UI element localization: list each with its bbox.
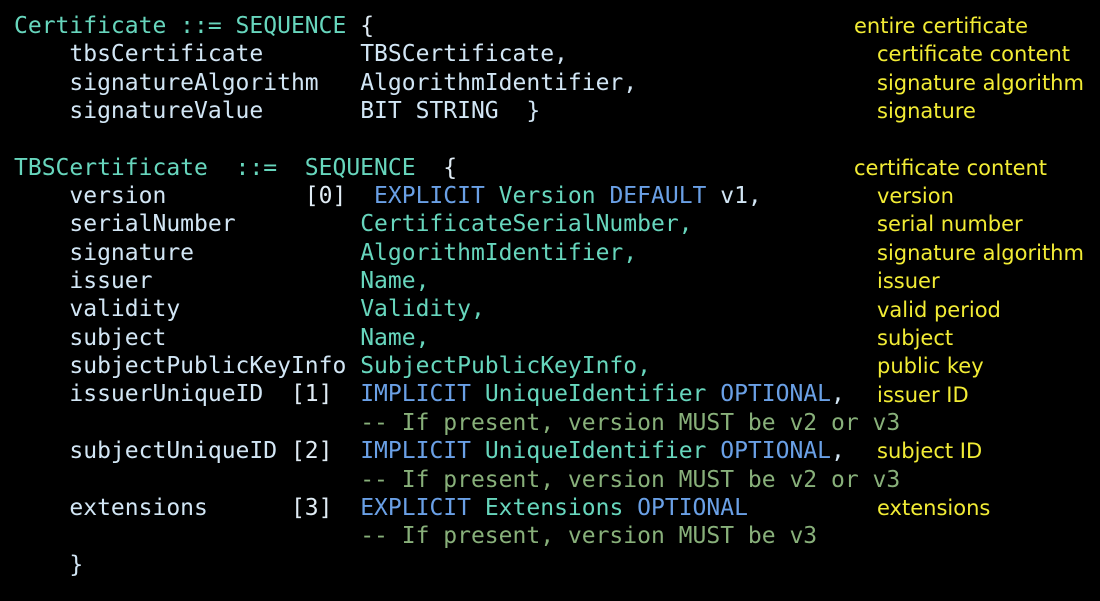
annotation-label: certificate content	[854, 155, 1048, 180]
code-token: Version	[498, 183, 610, 210]
code-line: issuer Name,	[14, 267, 900, 295]
code-token: [3]	[290, 494, 361, 521]
annotation-label: entire certificate	[854, 14, 1029, 38]
code-token: BIT STRING }	[360, 98, 541, 125]
code-token: [2]	[290, 438, 361, 465]
code-token: AlgorithmIdentifier,	[360, 239, 638, 266]
annotation-label: valid period	[877, 297, 1001, 322]
code-token: Name,	[360, 268, 430, 295]
code-token: {	[360, 13, 375, 39]
code-comment: -- If present, version MUST be v3	[360, 523, 818, 550]
code-token: IMPLICIT	[360, 438, 485, 465]
code-token: EXPLICIT	[360, 494, 485, 521]
code-line: serialNumber CertificateSerialNumber,	[14, 210, 900, 238]
code-token: issuer	[14, 268, 361, 295]
code-token: version	[14, 183, 305, 210]
code-token: v1,	[720, 183, 762, 210]
asn1-code-block: Certificate ::= SEQUENCE { tbsCertificat…	[14, 12, 900, 579]
code-line: signatureAlgorithm AlgorithmIdentifier,	[14, 69, 900, 97]
code-token: issuerUniqueID	[14, 381, 291, 408]
code-line: -- If present, version MUST be v2 or v3	[14, 409, 900, 437]
code-line: version [0] EXPLICIT Version DEFAULT v1,	[14, 182, 900, 210]
code-token: AlgorithmIdentifier,	[360, 69, 638, 96]
code-token: IMPLICIT	[360, 381, 485, 408]
annotation-label: issuer	[877, 269, 940, 294]
code-line: subjectUniqueID [2] IMPLICIT UniqueIdent…	[14, 437, 900, 465]
annotation-label: serial number	[877, 212, 1023, 237]
code-token: DEFAULT	[609, 183, 721, 210]
code-token: CertificateSerialNumber,	[360, 211, 693, 238]
code-token: UniqueIdentifier	[484, 438, 721, 465]
code-token: signature	[14, 239, 361, 266]
code-token: OPTIONAL	[720, 438, 832, 465]
code-line: -- If present, version MUST be v2 or v3	[14, 466, 900, 494]
annotation-label: public key	[877, 354, 984, 379]
code-token: serialNumber	[14, 211, 361, 238]
code-token: signatureValue	[14, 98, 361, 125]
annotation-label: issuer ID	[877, 382, 969, 407]
code-token: [0]	[304, 183, 375, 210]
code-line: }	[14, 551, 900, 579]
code-token: validity	[14, 296, 361, 323]
code-token: subjectPublicKeyInfo	[14, 353, 361, 380]
code-token: OPTIONAL	[637, 494, 748, 521]
annotation-label: extensions	[877, 495, 991, 520]
code-comment: -- If present, version MUST be v2 or v3	[360, 466, 901, 493]
code-token: TBSCertificate,	[360, 41, 568, 68]
code-token: }	[14, 551, 84, 578]
annotation-label: subject	[877, 325, 954, 350]
code-token: Validity,	[360, 296, 485, 323]
code-token: ,	[831, 381, 845, 408]
code-line: tbsCertificate TBSCertificate,	[14, 40, 900, 68]
annotation-label: subject ID	[877, 439, 983, 464]
code-token: TBSCertificate ::= SEQUENCE	[14, 154, 444, 181]
code-line: signature AlgorithmIdentifier,	[14, 239, 900, 267]
code-line: subjectPublicKeyInfo SubjectPublicKeyInf…	[14, 352, 900, 380]
annotation-label: signature	[877, 99, 976, 124]
annotation-label: version	[877, 184, 954, 209]
code-token: signatureAlgorithm	[14, 69, 361, 96]
code-token: {	[443, 154, 458, 181]
code-line: subject Name,	[14, 324, 900, 352]
code-token: ,	[831, 438, 845, 465]
code-token: UniqueIdentifier	[484, 381, 721, 408]
code-token: EXPLICIT	[374, 183, 499, 210]
code-token: Name,	[360, 324, 430, 351]
code-line: Certificate ::= SEQUENCE {	[14, 12, 900, 40]
code-token: [1]	[290, 381, 361, 408]
annotation-label: signature algorithm	[877, 240, 1084, 265]
code-token: Extensions	[484, 494, 638, 521]
code-token: subject	[14, 324, 361, 351]
code-token: Certificate ::= SEQUENCE	[14, 13, 361, 39]
code-token: extensions	[14, 494, 291, 521]
code-token: subjectUniqueID	[14, 438, 291, 465]
annotation-label: certificate content	[877, 42, 1071, 67]
annotation-label: signature algorithm	[877, 70, 1084, 95]
code-line: validity Validity,	[14, 295, 900, 323]
code-line: TBSCertificate ::= SEQUENCE {	[14, 154, 900, 182]
code-line: extensions [3] EXPLICIT Extensions OPTIO…	[14, 494, 900, 522]
code-token: tbsCertificate	[14, 41, 361, 68]
code-line: signatureValue BIT STRING }	[14, 97, 900, 125]
code-line: -- If present, version MUST be v3	[14, 522, 900, 550]
code-comment: -- If present, version MUST be v2 or v3	[360, 409, 901, 436]
code-token: SubjectPublicKeyInfo,	[360, 353, 651, 380]
code-token: OPTIONAL	[720, 381, 832, 408]
code-line: issuerUniqueID [1] IMPLICIT UniqueIdenti…	[14, 380, 900, 408]
